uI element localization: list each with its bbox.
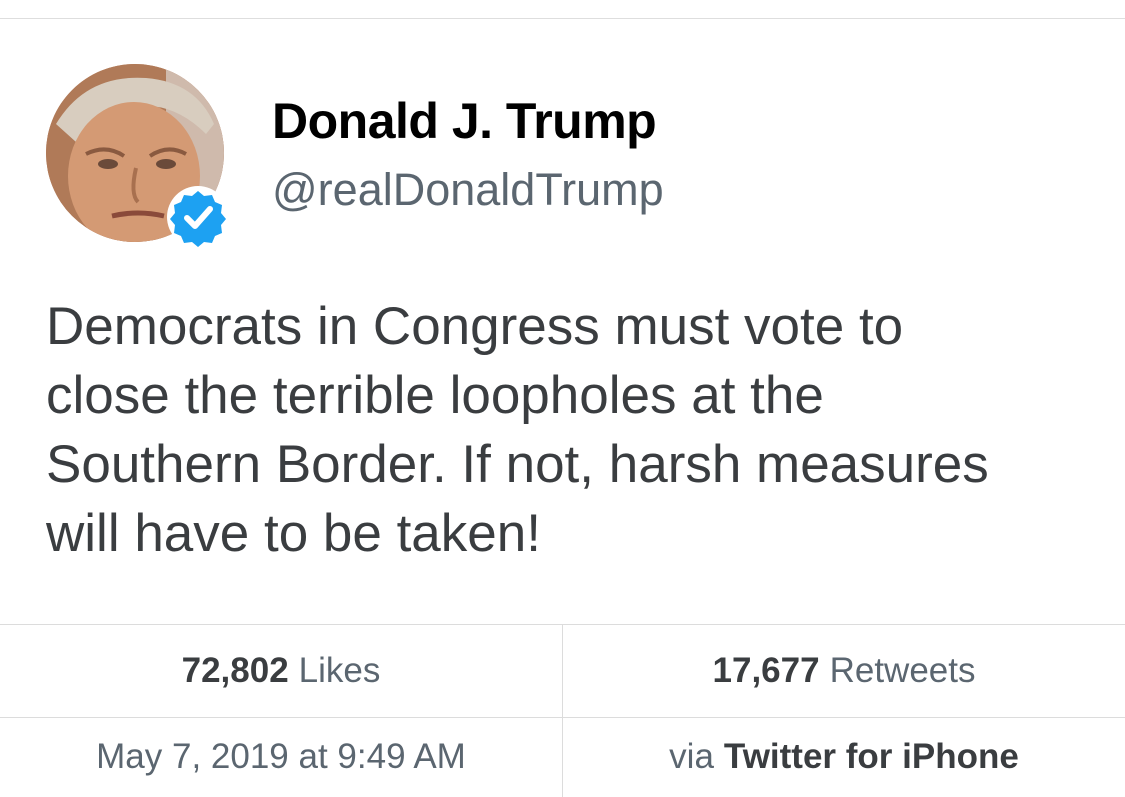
retweets-count: 17,677 (712, 651, 820, 690)
tweet-source: via Twitter for iPhone (563, 717, 1125, 797)
likes-count: 72,802 (181, 651, 289, 690)
likes-label: Likes (298, 651, 381, 690)
verified-badge-icon (166, 185, 230, 249)
tweet-line: close the terrible loopholes at the (46, 366, 824, 425)
retweets-label: Retweets (829, 651, 976, 690)
tweet-line: Democrats in Congress must vote to (46, 297, 904, 356)
column-divider (562, 624, 563, 797)
retweets-stat[interactable]: 17,677 Retweets (563, 625, 1125, 717)
tweet-line: will have to be taken! (46, 504, 541, 563)
tweet-text: Democrats in Congress must vote to close… (46, 292, 1096, 568)
source-app[interactable]: Twitter for iPhone (724, 737, 1019, 777)
display-name[interactable]: Donald J. Trump (272, 92, 657, 150)
top-divider (0, 18, 1125, 19)
likes-stat[interactable]: 72,802 Likes (0, 625, 562, 717)
user-handle[interactable]: @realDonaldTrump (272, 164, 664, 216)
via-label: via (669, 737, 714, 776)
tweet-line: Southern Border. If not, harsh measures (46, 435, 989, 494)
timestamp: May 7, 2019 at 9:49 AM (96, 737, 466, 776)
